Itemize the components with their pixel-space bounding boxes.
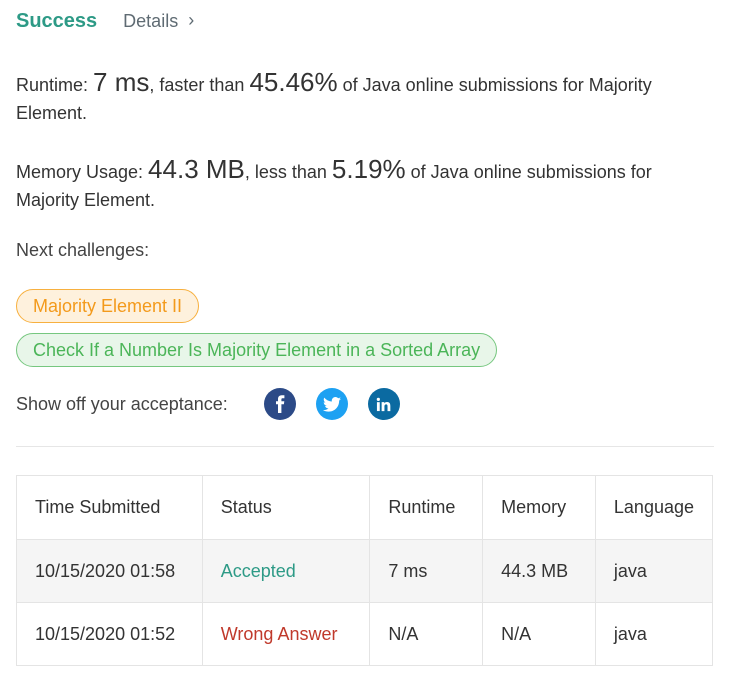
- challenge-majority-element-ii[interactable]: Majority Element II: [16, 289, 200, 323]
- column-header-time: Time Submitted: [16, 475, 203, 540]
- linkedin-icon[interactable]: [367, 388, 400, 420]
- memory-value: 44.3 MB: [148, 154, 245, 184]
- next-challenges-label: Next challenges:: [16, 240, 150, 260]
- runtime-prefix: Runtime:: [16, 75, 94, 95]
- runtime-value: 7 ms: [93, 67, 150, 97]
- column-header-runtime: Runtime: [369, 475, 484, 540]
- share-label: Show off your acceptance:: [16, 393, 228, 414]
- memory-middle: , less than: [244, 162, 332, 182]
- memory-cell: N/A: [482, 602, 596, 666]
- time-submitted-cell: 10/15/2020 01:58: [16, 539, 203, 603]
- status-success-label: Success: [16, 10, 98, 32]
- language-cell: java: [594, 539, 714, 603]
- memory-prefix: Memory Usage:: [16, 162, 149, 182]
- submissions-table: Time Submitted Status Runtime Memory Lan…: [16, 475, 714, 666]
- column-header-language: Language: [594, 475, 714, 540]
- chevron-right-icon: ›: [188, 10, 195, 30]
- memory-summary: Memory Usage: 44.3 MB, less than 5.19% o…: [16, 155, 706, 214]
- challenge-check-majority-sorted-array[interactable]: Check If a Number Is Majority Element in…: [16, 333, 498, 367]
- table-row: 10/15/2020 01:58 Accepted 7 ms 44.3 MB j…: [16, 539, 714, 603]
- table-row: 10/15/2020 01:52 Wrong Answer N/A N/A ja…: [16, 602, 714, 666]
- runtime-middle: , faster than: [149, 75, 250, 95]
- status-link-accepted[interactable]: Accepted: [201, 539, 371, 603]
- column-header-memory: Memory: [482, 475, 596, 540]
- twitter-icon[interactable]: [315, 388, 348, 420]
- runtime-cell: N/A: [369, 602, 484, 666]
- memory-cell: 44.3 MB: [482, 539, 596, 603]
- runtime-summary: Runtime: 7 ms, faster than 45.46% of Jav…: [16, 68, 706, 127]
- language-cell: java: [594, 602, 714, 666]
- section-divider: [16, 446, 714, 447]
- share-section: Show off your acceptance:: [16, 388, 420, 420]
- details-link[interactable]: Details ›: [123, 10, 195, 32]
- memory-percent: 5.19%: [331, 154, 406, 184]
- table-header-row: Time Submitted Status Runtime Memory Lan…: [16, 475, 714, 540]
- details-label: Details: [123, 11, 179, 31]
- result-header: Success Details ›: [16, 10, 194, 33]
- time-submitted-cell: 10/15/2020 01:52: [16, 602, 203, 666]
- runtime-cell: 7 ms: [369, 539, 484, 603]
- status-link-wrong-answer[interactable]: Wrong Answer: [201, 602, 371, 666]
- facebook-icon[interactable]: [263, 388, 296, 420]
- runtime-percent: 45.46%: [249, 67, 338, 97]
- column-header-status: Status: [201, 475, 371, 540]
